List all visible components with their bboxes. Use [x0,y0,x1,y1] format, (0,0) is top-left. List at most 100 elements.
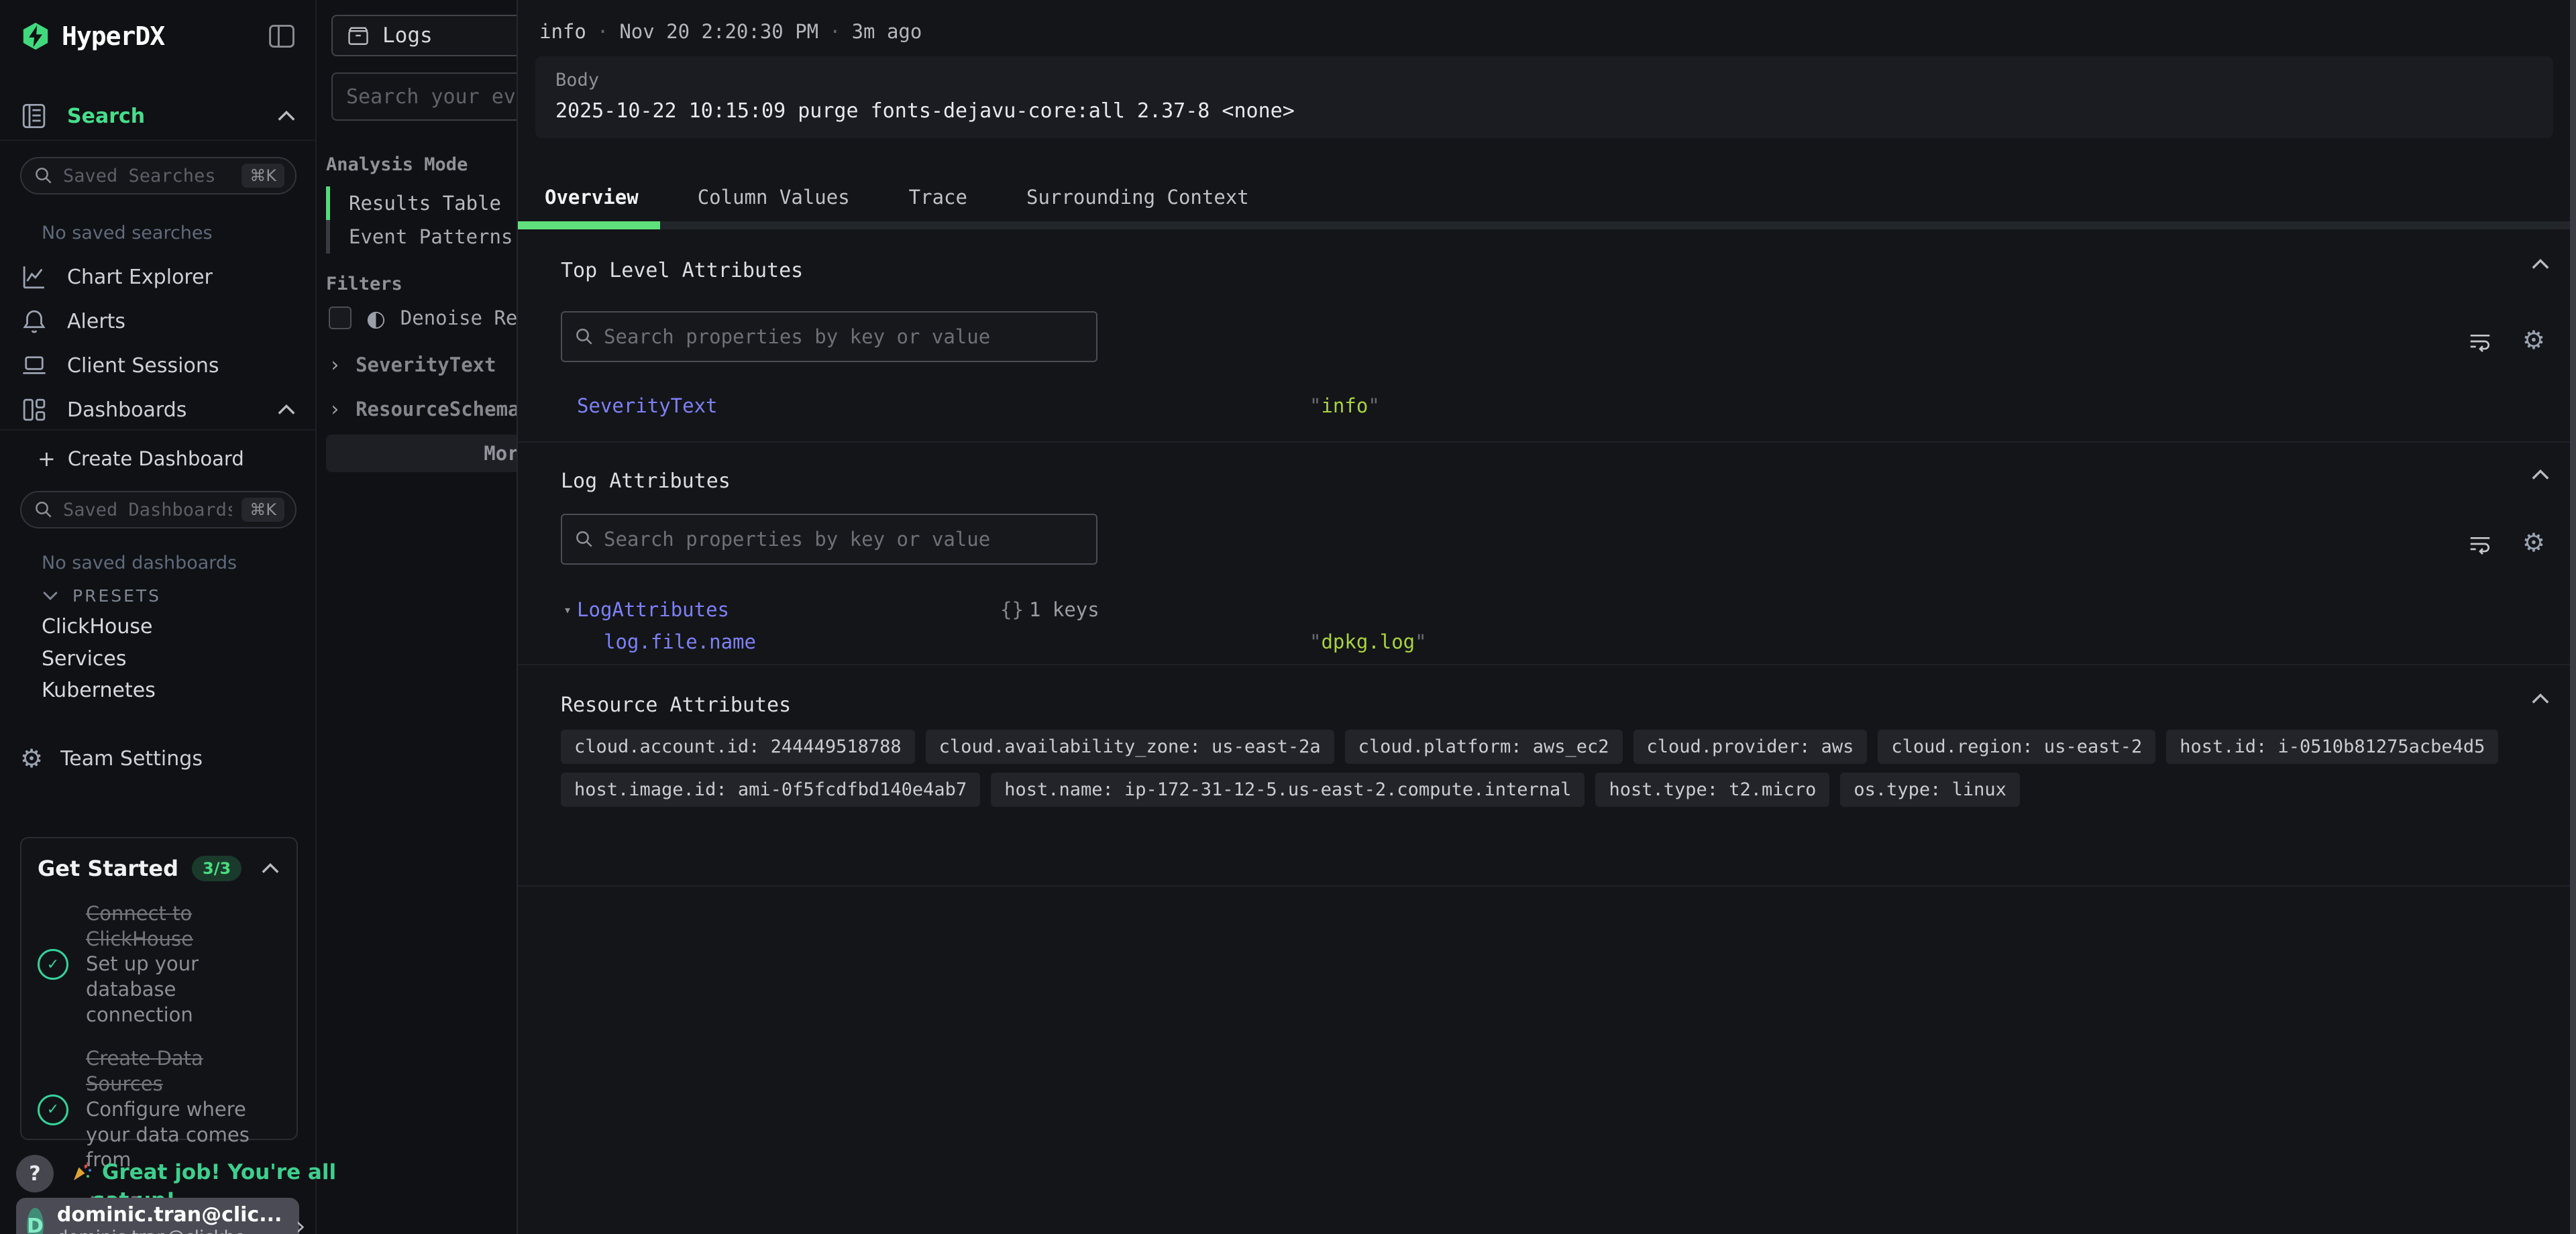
section-divider [518,664,2576,665]
chevron-up-icon[interactable] [2530,692,2551,706]
shortcut-badge: ⌘K [241,164,284,188]
mode-label: Event Patterns [349,225,513,248]
active-indicator-bar [326,186,330,220]
denoise-checkbox[interactable] [329,306,352,329]
user-menu[interactable]: D dominic.tran@clic... dominic.tran@clic… [16,1198,299,1234]
body-card: Body 2025-10-22 10:15:09 purge fonts-dej… [535,56,2553,138]
sidebar-item-search[interactable]: Search [20,99,297,133]
preset-label: ClickHouse [42,615,153,638]
tab-column-values[interactable]: Column Values [698,186,850,209]
gear-icon[interactable] [2522,327,2545,355]
divider [0,429,315,431]
collapse-sidebar-icon[interactable] [267,21,297,51]
active-tab-underline [518,221,660,229]
logo-row: HyperDX [20,16,297,56]
chevron-up-icon[interactable] [2530,258,2551,271]
resource-attribute-pill[interactable]: cloud.availability_zone: us-east-2a [926,730,1334,764]
get-started-item-connect[interactable]: Connect to ClickHouse Set up your databa… [38,901,280,1027]
tree-root-key[interactable]: LogAttributes [577,598,729,621]
preset-label: Kubernetes [42,679,156,702]
caret-down-icon[interactable] [564,602,572,618]
event-relative-time: 3m ago [852,20,922,43]
attribute-key[interactable]: log.file.name [604,630,756,653]
sidebar-item-dashboards[interactable]: Dashboards [20,393,297,427]
chevron-up-icon[interactable] [276,403,297,416]
saved-dashboards-search[interactable]: ⌘K [20,491,297,528]
preset-clickhouse[interactable]: ClickHouse [42,612,153,641]
search-list-icon [20,102,48,130]
search-icon [574,529,594,549]
tab-overview[interactable]: Overview [545,186,639,209]
create-dashboard-button[interactable]: Create Dashboard [38,444,244,473]
help-button[interactable]: ? [16,1155,54,1192]
sidebar-item-label: Chart Explorer [67,266,213,289]
saved-searches-input[interactable] [63,166,232,186]
resource-attribute-pill[interactable]: host.name: ip-172-31-12-5.us-east-2.comp… [991,773,1585,807]
shortcut-badge: ⌘K [241,498,284,522]
property-search-input[interactable] [604,325,1084,348]
resource-attribute-pill[interactable]: cloud.platform: aws_ec2 [1345,730,1623,764]
tab-surrounding-context[interactable]: Surrounding Context [1026,186,1249,209]
denoise-icon [366,307,386,329]
chart-line-icon [20,263,48,291]
section-tools [2467,530,2545,557]
resource-attribute-pill[interactable]: cloud.provider: aws [1633,730,1868,764]
chevron-up-icon[interactable] [276,109,297,123]
sidebar-item-label: Search [67,105,145,128]
resource-attribute-pill[interactable]: host.id: i-0510b81275acbe4d5 [2166,730,2498,764]
attribute-value[interactable]: info [1309,394,1380,417]
sidebar-item-label: Alerts [67,310,125,333]
resource-attribute-pill[interactable]: cloud.account.id: 244449518788 [561,730,915,764]
preset-services[interactable]: Services [42,644,127,673]
event-timestamp: Nov 20 2:20:30 PM [619,20,818,43]
log-attributes-property-search[interactable] [561,514,1097,565]
resource-pill-row: host.image.id: ami-0f5fcdfbd140e4ab7 hos… [561,773,2536,807]
severity-text: info [539,20,586,43]
tree-key-count: 1 keys [1029,598,1099,621]
property-search-input[interactable] [604,528,1084,551]
section-title-top-level: Top Level Attributes [561,259,803,282]
congrats-message: Great job! You're all [70,1160,336,1184]
task-desc: Set up your database connection [86,952,280,1027]
sidebar-item-team-settings[interactable]: Team Settings [20,742,297,775]
log-body-text[interactable]: 2025-10-22 10:15:09 purge fonts-dejavu-c… [555,99,1295,123]
help-label: ? [29,1162,40,1186]
party-popper-icon [70,1160,94,1184]
attribute-tree-root[interactable]: LogAttributes {} 1 keys [564,598,1099,621]
sidebar-item-client-sessions[interactable]: Client Sessions [20,349,297,382]
saved-dashboards-input[interactable] [63,500,232,520]
resource-attribute-pill[interactable]: host.type: t2.micro [1595,773,1829,807]
resource-attribute-pill[interactable]: cloud.region: us-east-2 [1878,730,2155,764]
resource-attribute-pill[interactable]: host.image.id: ami-0f5fcdfbd140e4ab7 [561,773,980,807]
filter-group-severitytext[interactable]: SeverityText [329,350,496,380]
presets-toggle[interactable]: PRESETS [42,582,161,609]
chevron-up-icon[interactable] [260,862,280,875]
wrap-lines-icon[interactable] [2467,329,2493,354]
saved-searches-search[interactable]: ⌘K [20,157,297,194]
logs-box-icon [346,23,370,48]
user-name: dominic.tran@clic... [57,1203,282,1227]
attribute-key[interactable]: SeverityText [577,394,718,417]
wrap-lines-icon[interactable] [2467,531,2493,557]
resource-attribute-pill[interactable]: os.type: linux [1840,773,2020,807]
preset-kubernetes[interactable]: Kubernetes [42,675,156,705]
section-tools [2467,327,2545,355]
indicator-bar [326,220,330,254]
tab-trace[interactable]: Trace [909,186,967,209]
body-label: Body [555,70,599,91]
get-started-item-sources[interactable]: Create Data Sources Configure where your… [38,1046,280,1172]
top-level-property-search[interactable] [561,311,1097,362]
scrollbar[interactable] [2570,0,2576,1234]
attribute-value[interactable]: dpkg.log [1309,630,1427,653]
gear-icon[interactable] [2522,530,2545,557]
sidebar-item-alerts[interactable]: Alerts [20,304,297,338]
get-started-badge: 3/3 [192,856,241,881]
check-circle-icon [38,1095,68,1125]
sidebar-item-chart-explorer[interactable]: Chart Explorer [20,260,297,294]
bell-icon [20,307,48,335]
sidebar-item-label: Dashboards [67,398,186,422]
source-selector-label: Logs [382,23,433,48]
chevron-up-icon[interactable] [2530,468,2551,482]
sidebar-item-label: Client Sessions [67,354,219,378]
task-title: Create Data Sources [86,1046,280,1097]
